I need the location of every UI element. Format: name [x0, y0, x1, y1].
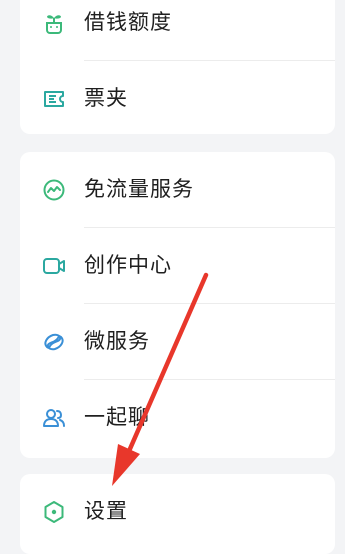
menu-item-label: 设置	[84, 499, 128, 523]
menu-item-label: 免流量服务	[84, 177, 194, 201]
video-camera-icon	[41, 253, 67, 279]
menu-item-label: 一起聊	[84, 405, 150, 429]
menu-group-settings: 设置	[20, 474, 335, 554]
menu-group-finance: 借钱额度 票夹	[20, 0, 335, 134]
ticket-icon	[41, 86, 67, 112]
menu-group-services: 免流量服务 创作中心 微服务 一起聊	[20, 152, 335, 458]
menu-item-ticket-wallet[interactable]: 票夹	[20, 61, 335, 137]
menu-item-borrow-limit[interactable]: 借钱额度	[20, 0, 335, 61]
menu-item-micro-service[interactable]: 微服务	[20, 304, 335, 380]
menu-item-data-free[interactable]: 免流量服务	[20, 152, 335, 228]
menu-item-creator-center[interactable]: 创作中心	[20, 228, 335, 304]
settings-hexagon-icon	[41, 499, 67, 525]
menu-item-chat-together[interactable]: 一起聊	[20, 380, 335, 456]
menu-item-label: 微服务	[84, 329, 150, 353]
people-icon	[41, 405, 67, 431]
micro-service-icon	[41, 329, 67, 355]
menu-item-label: 创作中心	[84, 253, 172, 277]
menu-item-label: 票夹	[84, 86, 128, 110]
menu-item-settings[interactable]: 设置	[20, 474, 335, 550]
data-free-icon	[41, 177, 67, 203]
menu-item-label: 借钱额度	[84, 10, 172, 34]
sprout-icon	[41, 10, 67, 36]
